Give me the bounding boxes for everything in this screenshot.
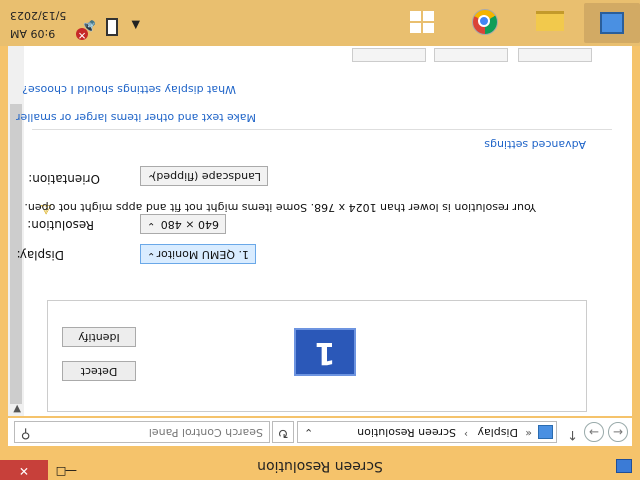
- display-label: Display:: [16, 248, 64, 262]
- taskbar-chrome[interactable]: [458, 3, 514, 43]
- taskbar-file-explorer[interactable]: [522, 3, 578, 43]
- close-button[interactable]: ✕: [0, 460, 48, 480]
- chevron-down-icon: ⌄: [147, 220, 156, 231]
- search-icon[interactable]: ⚲: [21, 426, 31, 441]
- identify-button[interactable]: Identify: [62, 327, 136, 347]
- advanced-settings-link[interactable]: Advanced settings: [484, 138, 586, 151]
- control-panel-icon: [538, 425, 553, 439]
- address-bar[interactable]: « Display › Screen Resolution ⌄: [297, 421, 557, 443]
- orientation-label: Orientation:: [28, 172, 100, 186]
- resolution-warning: Your resolution is lower than 1024 x 768…: [24, 201, 536, 214]
- text-size-link[interactable]: Make text and other items larger or smal…: [16, 111, 256, 124]
- windows-pane: [423, 23, 434, 33]
- windows-pane: [410, 11, 421, 21]
- resolution-label: Resolution:: [27, 218, 94, 232]
- orientation-value: Landscape (flipped): [152, 170, 261, 183]
- partial-button[interactable]: [352, 48, 426, 62]
- scroll-down-icon[interactable]: ▼: [13, 403, 21, 414]
- show-hidden-icons-icon[interactable]: ▲: [132, 19, 140, 32]
- back-button[interactable]: ←: [608, 422, 628, 442]
- address-row: ← → ↑ « Display › Screen Resolution ⌄ ↻ …: [8, 418, 632, 446]
- search-placeholder: Search Control Panel: [148, 426, 263, 439]
- orientation-dropdown[interactable]: Landscape (flipped) ⌄: [140, 166, 268, 186]
- content-pane: ▼ 1 Identify Detect Display: 1. QEMU Mon…: [8, 46, 632, 416]
- display-dropdown[interactable]: 1. QEMU Monitor ⌄: [140, 244, 256, 264]
- control-panel-icon: [600, 12, 624, 34]
- windows-pane: [410, 23, 421, 33]
- monitor-thumbnail[interactable]: 1: [294, 328, 356, 376]
- title-bar: Screen Resolution — ☐ ✕: [0, 450, 640, 480]
- windows-pane: [423, 11, 434, 21]
- breadcrumb-display[interactable]: Display: [477, 426, 518, 439]
- folder-icon: [536, 11, 564, 31]
- system-tray: ▲ 🔈 ✕ 9:09 AM 5/13/2023: [0, 0, 150, 46]
- chevron-down-icon: ⌄: [147, 250, 156, 261]
- up-button[interactable]: ↑: [567, 427, 578, 442]
- breadcrumb-separator[interactable]: ›: [464, 428, 468, 439]
- partial-button[interactable]: [434, 48, 508, 62]
- clock-date[interactable]: 5/13/2023: [10, 9, 66, 22]
- detect-button[interactable]: Detect: [62, 361, 136, 381]
- screen: Screen Resolution — ☐ ✕ ← → ↑ « Display …: [0, 0, 640, 480]
- windows-logo-icon: [410, 11, 434, 33]
- maximize-button[interactable]: ☐: [48, 460, 74, 480]
- screen-resolution-window: Screen Resolution — ☐ ✕ ← → ↑ « Display …: [0, 46, 640, 480]
- taskbar-control-panel[interactable]: [584, 3, 640, 43]
- display-help-link[interactable]: What display settings should I choose?: [22, 83, 236, 96]
- mute-icon: ✕: [76, 28, 88, 40]
- dialog-buttons-partial: [52, 46, 592, 62]
- window-title: Screen Resolution: [257, 458, 383, 474]
- monitor-number: 1: [314, 335, 336, 370]
- chrome-center-icon: [478, 15, 490, 27]
- breadcrumb-overflow[interactable]: «: [525, 427, 532, 440]
- start-button[interactable]: [394, 3, 450, 43]
- taskbar: ▲ 🔈 ✕ 9:09 AM 5/13/2023: [0, 0, 640, 46]
- search-box[interactable]: Search Control Panel ⚲: [14, 421, 270, 443]
- resolution-value: 640 × 480: [160, 218, 219, 231]
- clock-time[interactable]: 9:09 AM: [10, 27, 55, 40]
- breadcrumb-screen-resolution[interactable]: Screen Resolution: [357, 426, 456, 439]
- scrollbar[interactable]: ▼: [8, 46, 24, 416]
- refresh-button[interactable]: ↻: [272, 421, 294, 443]
- chrome-icon: [472, 9, 498, 35]
- divider: [32, 129, 612, 130]
- display-value: 1. QEMU Monitor: [156, 248, 249, 261]
- address-dropdown-icon[interactable]: ⌄: [304, 426, 313, 439]
- resolution-dropdown[interactable]: 640 × 480 ⌄: [140, 214, 226, 234]
- partial-button[interactable]: [518, 48, 592, 62]
- forward-button[interactable]: →: [584, 422, 604, 442]
- chevron-down-icon: ⌄: [147, 172, 156, 183]
- display-preview: 1 Identify Detect: [47, 300, 587, 412]
- power-icon[interactable]: [106, 18, 118, 36]
